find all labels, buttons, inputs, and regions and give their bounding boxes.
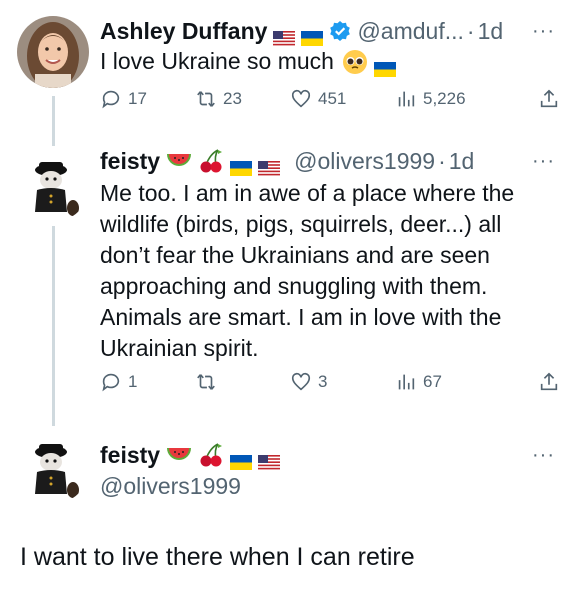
us-flag-icon [273,24,296,46]
view-count: 5,226 [423,89,466,108]
retweet-button[interactable] [195,371,290,393]
reply-count: 1 [128,372,138,391]
retweet-count: 23 [223,89,242,108]
like-button[interactable]: 3 [290,371,395,393]
heart-icon [291,89,311,108]
views-button[interactable]: 67 [395,371,515,393]
author-handle[interactable]: @olivers1999 [294,147,435,175]
author-name[interactable]: Ashley Duffany [100,17,267,45]
us-flag-icon [258,154,281,176]
pleading-face-icon [342,49,368,75]
share-icon [540,89,558,108]
reply-count: 17 [128,89,147,108]
ukraine-flag-icon [301,24,324,46]
timestamp[interactable]: 1d [478,17,504,45]
retweet-button[interactable]: 23 [195,88,290,110]
reply-button[interactable]: 17 [100,88,195,110]
separator: · [466,18,475,44]
tweet-actions: 17 23 451 5,226 [100,88,560,110]
like-button[interactable]: 451 [290,88,395,110]
view-count: 67 [423,372,442,391]
ukraine-flag-icon [373,54,396,77]
author-handle[interactable]: @olivers1999 [100,472,241,500]
reply-button[interactable]: 1 [100,371,195,393]
main-tweet-text: I want to live there when I can retire [20,543,415,571]
share-button[interactable] [538,371,560,393]
like-count: 3 [318,372,328,391]
cherries-icon [198,442,224,468]
avatar-photo [17,16,89,88]
watermelon-icon [166,151,192,171]
tweet-text: Me too. I am in awe of a place where the… [100,180,515,361]
reply-icon [102,373,120,392]
tweet-text: I love Ukraine so much [100,46,540,77]
tweet-text-content: I love Ukraine so much [100,48,334,74]
thread-line [52,96,55,146]
thread-line [52,226,55,426]
us-flag-icon [258,448,281,470]
more-options-icon[interactable]: ··· [532,444,555,467]
verified-badge-icon [329,20,351,42]
tweet-actions: 1 3 67 [100,371,560,393]
author-handle-row: @olivers1999 [100,472,241,500]
retweet-icon [197,374,215,390]
ukraine-flag-icon [230,448,253,470]
share-button[interactable] [538,88,560,110]
timestamp[interactable]: 1d [449,147,475,175]
avatar[interactable] [17,432,89,504]
views-button[interactable]: 5,226 [395,88,515,110]
more-options-icon[interactable]: ··· [532,150,555,173]
ukraine-flag-icon [230,154,253,176]
author-handle[interactable]: @amduf... [357,17,463,45]
views-icon [398,374,415,390]
more-options-icon[interactable]: ··· [532,20,555,43]
tweet-header: feisty @olivers1999 · 1d [100,147,475,176]
avatar[interactable] [17,150,89,222]
avatar[interactable] [17,16,89,88]
cherries-icon [198,148,224,174]
author-name[interactable]: feisty [100,441,160,469]
avatar-photo [17,150,89,222]
author-name[interactable]: feisty [100,147,160,175]
separator: · [438,148,446,174]
avatar-photo [17,432,89,504]
retweet-icon [197,91,215,107]
watermelon-icon [166,445,192,465]
share-icon [540,372,558,391]
tweet-header: feisty [100,441,281,470]
heart-icon [291,372,311,391]
reply-icon [102,90,120,109]
views-icon [398,91,415,107]
tweet-header: Ashley Duffany @amduf... · 1d [100,17,504,46]
like-count: 451 [318,89,347,108]
